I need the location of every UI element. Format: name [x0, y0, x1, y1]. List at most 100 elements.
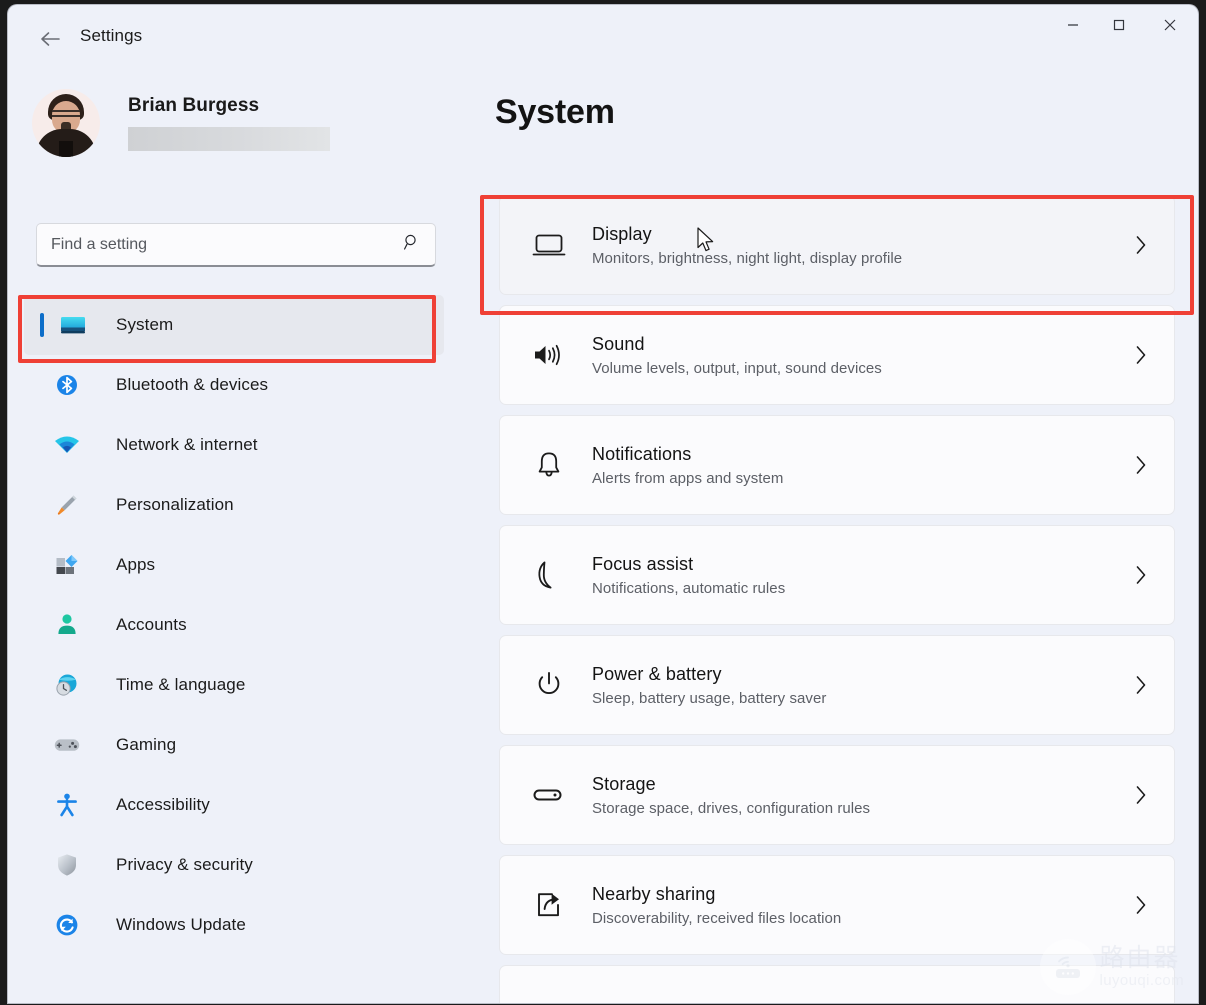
card-title: Focus assist [592, 553, 694, 574]
avatar-glasses [52, 110, 80, 117]
chevron-right-icon[interactable] [1134, 564, 1148, 586]
speaker-icon [526, 341, 572, 369]
clock-globe-icon [54, 672, 80, 698]
sidebar-item-label: Accessibility [116, 795, 210, 814]
user-email-redacted [128, 127, 330, 151]
sidebar-item-network-internet[interactable]: Network & internet [24, 415, 444, 475]
sidebar-item-personalization[interactable]: Personalization [24, 475, 444, 535]
settings-card-nearby-sharing[interactable]: Nearby sharing Discoverability, received… [499, 855, 1175, 955]
sidebar-item-accessibility[interactable]: Accessibility [24, 775, 444, 835]
sidebar-item-label: Personalization [116, 495, 234, 514]
search-box[interactable] [36, 223, 436, 267]
back-arrow-icon [39, 30, 61, 48]
sidebar-nav-list: System Bluetooth & devices Network & int… [24, 295, 444, 955]
settings-card-sound[interactable]: Sound Volume levels, output, input, soun… [499, 305, 1175, 405]
sidebar-item-label: Privacy & security [116, 855, 253, 874]
settings-card-notifications[interactable]: Notifications Alerts from apps and syste… [499, 415, 1175, 515]
close-icon [1162, 17, 1178, 38]
sidebar-item-privacy-security[interactable]: Privacy & security [24, 835, 444, 895]
chevron-right-icon[interactable] [1134, 894, 1148, 916]
settings-card-list: Display Monitors, brightness, night ligh… [499, 195, 1175, 1003]
search-input[interactable] [51, 235, 403, 254]
sidebar-item-label: Time & language [116, 675, 246, 694]
card-subtitle: Volume levels, output, input, sound devi… [592, 359, 882, 377]
monitor-outline-icon [526, 231, 572, 259]
minimize-icon [1066, 18, 1080, 37]
apps-grid-icon [54, 552, 80, 578]
sidebar-item-system[interactable]: System [24, 295, 444, 355]
shield-icon [54, 852, 80, 878]
bell-icon [526, 450, 572, 480]
sidebar-item-label: Network & internet [116, 435, 258, 454]
card-title: Notifications [592, 443, 692, 464]
wifi-icon [54, 432, 80, 458]
sidebar-item-label: Accounts [116, 615, 187, 634]
selection-indicator [40, 313, 44, 337]
chevron-right-icon[interactable] [1134, 784, 1148, 806]
card-title: Display [592, 223, 652, 244]
accessibility-icon [54, 792, 80, 818]
card-text: Power & battery Sleep, battery usage, ba… [592, 664, 1134, 707]
page-title: System [495, 93, 615, 131]
card-title: Sound [592, 333, 645, 354]
card-subtitle: Alerts from apps and system [592, 469, 784, 487]
sidebar: Brian Burgess Find a setting System Blue… [8, 71, 468, 1003]
paintbrush-icon [54, 492, 80, 518]
title-bar: Settings [8, 5, 1198, 71]
card-text: Focus assist Notifications, automatic ru… [592, 554, 1134, 597]
bluetooth-icon [54, 372, 80, 398]
window-controls [1050, 5, 1198, 49]
card-subtitle: Sleep, battery usage, battery saver [592, 689, 827, 707]
sidebar-item-label: Windows Update [116, 915, 246, 934]
minimize-button[interactable] [1050, 5, 1096, 49]
account-block[interactable]: Brian Burgess [32, 89, 432, 157]
sidebar-item-label: Gaming [116, 735, 177, 754]
monitor-icon [60, 312, 86, 338]
sidebar-item-label: System [116, 315, 174, 334]
card-title: Nearby sharing [592, 883, 716, 904]
card-text: Display Monitors, brightness, night ligh… [592, 224, 1134, 267]
person-icon [54, 612, 80, 638]
back-button[interactable] [32, 22, 68, 56]
search-icon[interactable] [403, 233, 421, 256]
account-text: Brian Burgess [128, 95, 330, 151]
card-subtitle: Monitors, brightness, night light, displ… [592, 249, 903, 267]
card-title: Storage [592, 773, 656, 794]
maximize-button[interactable] [1096, 5, 1142, 49]
sidebar-item-gaming[interactable]: Gaming [24, 715, 444, 775]
sidebar-item-apps[interactable]: Apps [24, 535, 444, 595]
user-name: Brian Burgess [128, 95, 260, 116]
avatar[interactable] [32, 89, 100, 157]
card-title: Power & battery [592, 663, 722, 684]
gamepad-icon [54, 732, 80, 758]
chevron-right-icon[interactable] [1134, 454, 1148, 476]
chevron-right-icon[interactable] [1134, 234, 1148, 256]
card-subtitle: Storage space, drives, configuration rul… [592, 799, 871, 817]
sidebar-item-bluetooth-devices[interactable]: Bluetooth & devices [24, 355, 444, 415]
sidebar-item-time-language[interactable]: Time & language [24, 655, 444, 715]
sidebar-item-label: Apps [116, 555, 156, 574]
search-wrapper [36, 223, 436, 267]
main-panel: System Display Monitors, brightness, nig… [468, 71, 1198, 1003]
card-text: Notifications Alerts from apps and syste… [592, 444, 1134, 487]
chevron-right-icon[interactable] [1134, 344, 1148, 366]
settings-card-display[interactable]: Display Monitors, brightness, night ligh… [499, 195, 1175, 295]
card-text: Nearby sharing Discoverability, received… [592, 884, 1134, 927]
card-subtitle: Discoverability, received files location [592, 909, 842, 927]
moon-icon [526, 560, 572, 590]
share-icon [526, 890, 572, 920]
sidebar-item-label: Bluetooth & devices [116, 375, 269, 394]
sidebar-item-accounts[interactable]: Accounts [24, 595, 444, 655]
settings-card-power-battery[interactable]: Power & battery Sleep, battery usage, ba… [499, 635, 1175, 735]
card-text: Sound Volume levels, output, input, soun… [592, 334, 1134, 377]
card-subtitle: Notifications, automatic rules [592, 579, 786, 597]
settings-card-storage[interactable]: Storage Storage space, drives, configura… [499, 745, 1175, 845]
chevron-right-icon[interactable] [1134, 674, 1148, 696]
settings-card-partial[interactable] [499, 965, 1175, 1003]
sidebar-item-windows-update[interactable]: Windows Update [24, 895, 444, 955]
close-button[interactable] [1142, 5, 1198, 49]
maximize-icon [1112, 18, 1126, 37]
settings-window: Settings Brian Burgess Find a setting Sy… [8, 5, 1198, 1003]
settings-card-focus-assist[interactable]: Focus assist Notifications, automatic ru… [499, 525, 1175, 625]
app-title: Settings [80, 26, 143, 45]
